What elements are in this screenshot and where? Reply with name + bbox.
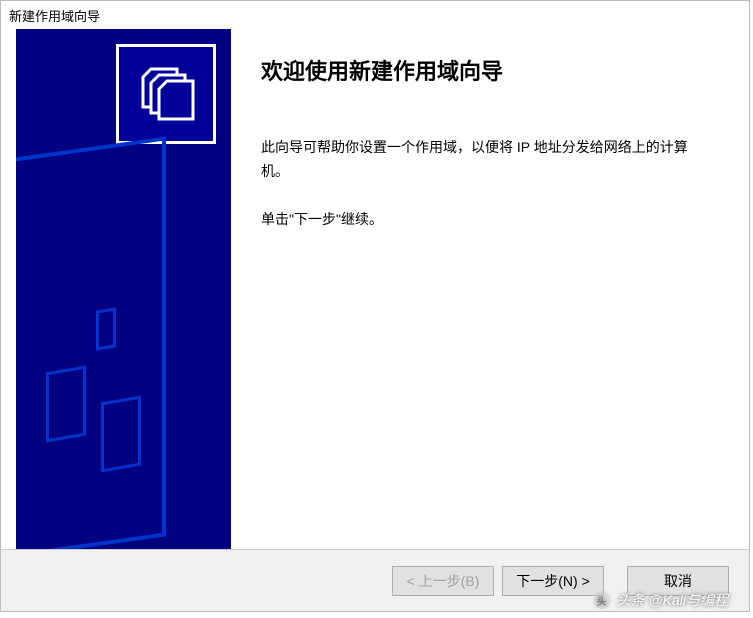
- title-bar: 新建作用域向导: [1, 1, 749, 29]
- wizard-instruction: 单击"下一步"继续。: [261, 209, 714, 229]
- folders-icon: [116, 44, 216, 144]
- main-content: 欢迎使用新建作用域向导 此向导可帮助你设置一个作用域，以便将 IP 地址分发给网…: [231, 29, 744, 549]
- button-bar: < 上一步(B) 下一步(N) > 取消: [1, 549, 749, 611]
- window-title: 新建作用域向导: [9, 9, 100, 24]
- server-slot-graphic: [101, 395, 141, 472]
- server-graphic: [16, 136, 166, 549]
- server-slot-graphic: [96, 307, 116, 351]
- next-button[interactable]: 下一步(N) >: [502, 566, 604, 596]
- content-area: 欢迎使用新建作用域向导 此向导可帮助你设置一个作用域，以便将 IP 地址分发给网…: [1, 29, 749, 549]
- wizard-sidebar-image: [16, 29, 231, 549]
- back-button: < 上一步(B): [392, 566, 494, 596]
- wizard-heading: 欢迎使用新建作用域向导: [261, 54, 714, 86]
- wizard-description: 此向导可帮助你设置一个作用域，以便将 IP 地址分发给网络上的计算机。: [261, 136, 714, 184]
- wizard-window: 新建作用域向导 欢迎使用新建作用域向导 此向导可帮助你设置一个作用域，以便将 I…: [0, 0, 750, 612]
- server-slot-graphic: [46, 365, 86, 442]
- cancel-button[interactable]: 取消: [627, 566, 729, 596]
